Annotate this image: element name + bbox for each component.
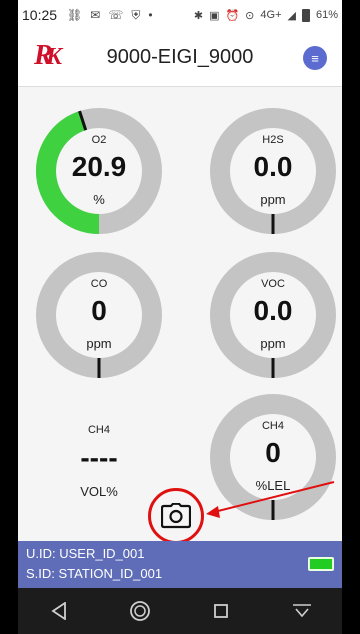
recents-icon bbox=[213, 604, 228, 618]
app-screen: 10:25 ⛓ ✉ ☏ ⛨ • ✱ ▣ ⏰ ⊙ 4G+ ◢ 61% R K 90… bbox=[18, 0, 342, 634]
navigation-bar bbox=[18, 588, 342, 634]
notification-drawer-button[interactable] bbox=[282, 591, 322, 631]
back-button[interactable] bbox=[39, 591, 79, 631]
station-id: S.ID: STATION_ID_001 bbox=[26, 566, 163, 581]
drawer-down-icon bbox=[292, 604, 311, 618]
back-icon bbox=[50, 602, 66, 620]
home-button[interactable] bbox=[120, 591, 160, 631]
footer-bar: U.ID: USER_ID_001 S.ID: STATION_ID_001 bbox=[18, 541, 342, 588]
annotation-arrow bbox=[206, 481, 335, 518]
home-icon bbox=[129, 601, 150, 621]
recents-button[interactable] bbox=[201, 591, 241, 631]
device-battery-icon bbox=[308, 557, 334, 571]
user-id: U.ID: USER_ID_001 bbox=[26, 546, 145, 561]
